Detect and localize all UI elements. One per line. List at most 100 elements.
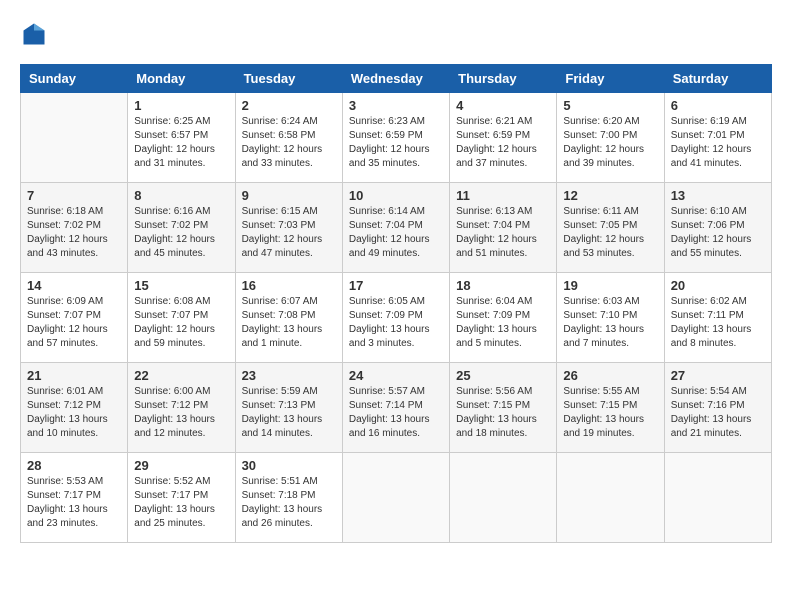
day-info: Sunrise: 6:08 AM Sunset: 7:07 PM Dayligh… bbox=[134, 295, 228, 351]
column-header-sunday: Sunday bbox=[21, 65, 128, 93]
calendar-cell: 26 Sunrise: 5:55 AM Sunset: 7:15 PM Dayli… bbox=[557, 363, 664, 453]
calendar-cell: 1 Sunrise: 6:25 AM Sunset: 6:57 PM Daylig… bbox=[128, 93, 235, 183]
calendar-cell: 11Sunrise: 6:13 AM Sunset: 7:04 PM Dayli… bbox=[450, 183, 557, 273]
calendar-cell: 17 Sunrise: 6:05 AM Sunset: 7:09 PM Dayli… bbox=[342, 273, 449, 363]
day-number: 16 bbox=[242, 278, 336, 293]
day-number: 18 bbox=[456, 278, 550, 293]
day-info: Sunrise: 6:25 AM Sunset: 6:57 PM Dayligh… bbox=[134, 115, 228, 171]
day-number: 24 bbox=[349, 368, 443, 383]
day-number: 19 bbox=[563, 278, 657, 293]
day-number: 21 bbox=[27, 368, 121, 383]
calendar-cell: 4 Sunrise: 6:21 AM Sunset: 6:59 PM Daylig… bbox=[450, 93, 557, 183]
day-number: 26 bbox=[563, 368, 657, 383]
calendar-cell: 9 Sunrise: 6:15 AM Sunset: 7:03 PM Daylig… bbox=[235, 183, 342, 273]
week-row-3: 14 Sunrise: 6:09 AM Sunset: 7:07 PM Dayli… bbox=[21, 273, 772, 363]
calendar-cell: 15 Sunrise: 6:08 AM Sunset: 7:07 PM Dayli… bbox=[128, 273, 235, 363]
day-number: 5 bbox=[563, 98, 657, 113]
day-info: Sunrise: 6:07 AM Sunset: 7:08 PM Dayligh… bbox=[242, 295, 336, 351]
calendar-cell bbox=[342, 453, 449, 543]
calendar-cell: 18Sunrise: 6:04 AM Sunset: 7:09 PM Dayli… bbox=[450, 273, 557, 363]
logo bbox=[20, 20, 52, 48]
calendar-cell: 13Sunrise: 6:10 AM Sunset: 7:06 PM Dayli… bbox=[664, 183, 771, 273]
day-info: Sunrise: 6:11 AM Sunset: 7:05 PM Dayligh… bbox=[563, 205, 657, 261]
calendar-cell: 12 Sunrise: 6:11 AM Sunset: 7:05 PM Dayli… bbox=[557, 183, 664, 273]
day-info: Sunrise: 6:20 AM Sunset: 7:00 PM Dayligh… bbox=[563, 115, 657, 171]
day-info: Sunrise: 5:53 AM Sunset: 7:17 PM Dayligh… bbox=[27, 475, 121, 531]
column-header-tuesday: Tuesday bbox=[235, 65, 342, 93]
day-info: Sunrise: 6:01 AM Sunset: 7:12 PM Dayligh… bbox=[27, 385, 121, 441]
day-number: 3 bbox=[349, 98, 443, 113]
column-header-friday: Friday bbox=[557, 65, 664, 93]
calendar-cell bbox=[664, 453, 771, 543]
calendar-cell: 6Sunrise: 6:19 AM Sunset: 7:01 PM Daylig… bbox=[664, 93, 771, 183]
logo-icon bbox=[20, 20, 48, 48]
day-number: 20 bbox=[671, 278, 765, 293]
day-number: 29 bbox=[134, 458, 228, 473]
calendar-cell: 28 Sunrise: 5:53 AM Sunset: 7:17 PM Dayli… bbox=[21, 453, 128, 543]
day-number: 23 bbox=[242, 368, 336, 383]
day-info: Sunrise: 6:21 AM Sunset: 6:59 PM Dayligh… bbox=[456, 115, 550, 171]
day-info: Sunrise: 6:09 AM Sunset: 7:07 PM Dayligh… bbox=[27, 295, 121, 351]
day-info: Sunrise: 6:05 AM Sunset: 7:09 PM Dayligh… bbox=[349, 295, 443, 351]
day-info: Sunrise: 5:51 AM Sunset: 7:18 PM Dayligh… bbox=[242, 475, 336, 531]
calendar-cell: 14 Sunrise: 6:09 AM Sunset: 7:07 PM Dayli… bbox=[21, 273, 128, 363]
day-info: Sunrise: 5:52 AM Sunset: 7:17 PM Dayligh… bbox=[134, 475, 228, 531]
day-number: 1 bbox=[134, 98, 228, 113]
day-info: Sunrise: 6:19 AM Sunset: 7:01 PM Dayligh… bbox=[671, 115, 765, 171]
day-info: Sunrise: 5:59 AM Sunset: 7:13 PM Dayligh… bbox=[242, 385, 336, 441]
calendar-cell: 8 Sunrise: 6:16 AM Sunset: 7:02 PM Daylig… bbox=[128, 183, 235, 273]
day-info: Sunrise: 6:10 AM Sunset: 7:06 PM Dayligh… bbox=[671, 205, 765, 261]
day-number: 4 bbox=[456, 98, 550, 113]
day-info: Sunrise: 5:56 AM Sunset: 7:15 PM Dayligh… bbox=[456, 385, 550, 441]
calendar-cell: 22 Sunrise: 6:00 AM Sunset: 7:12 PM Dayli… bbox=[128, 363, 235, 453]
calendar-cell: 24Sunrise: 5:57 AM Sunset: 7:14 PM Dayli… bbox=[342, 363, 449, 453]
week-row-4: 21 Sunrise: 6:01 AM Sunset: 7:12 PM Dayli… bbox=[21, 363, 772, 453]
week-row-2: 7Sunrise: 6:18 AM Sunset: 7:02 PM Daylig… bbox=[21, 183, 772, 273]
day-info: Sunrise: 6:14 AM Sunset: 7:04 PM Dayligh… bbox=[349, 205, 443, 261]
day-info: Sunrise: 6:23 AM Sunset: 6:59 PM Dayligh… bbox=[349, 115, 443, 171]
day-info: Sunrise: 5:54 AM Sunset: 7:16 PM Dayligh… bbox=[671, 385, 765, 441]
calendar-cell: 27 Sunrise: 5:54 AM Sunset: 7:16 PM Dayli… bbox=[664, 363, 771, 453]
day-info: Sunrise: 5:55 AM Sunset: 7:15 PM Dayligh… bbox=[563, 385, 657, 441]
day-number: 12 bbox=[563, 188, 657, 203]
day-number: 10 bbox=[349, 188, 443, 203]
day-number: 8 bbox=[134, 188, 228, 203]
calendar-cell: 5 Sunrise: 6:20 AM Sunset: 7:00 PM Daylig… bbox=[557, 93, 664, 183]
week-row-1: 1 Sunrise: 6:25 AM Sunset: 6:57 PM Daylig… bbox=[21, 93, 772, 183]
calendar-cell: 10 Sunrise: 6:14 AM Sunset: 7:04 PM Dayli… bbox=[342, 183, 449, 273]
page-header bbox=[20, 20, 772, 48]
day-info: Sunrise: 6:15 AM Sunset: 7:03 PM Dayligh… bbox=[242, 205, 336, 261]
calendar-cell bbox=[450, 453, 557, 543]
day-number: 2 bbox=[242, 98, 336, 113]
calendar-cell: 25 Sunrise: 5:56 AM Sunset: 7:15 PM Dayli… bbox=[450, 363, 557, 453]
day-number: 14 bbox=[27, 278, 121, 293]
day-info: Sunrise: 6:00 AM Sunset: 7:12 PM Dayligh… bbox=[134, 385, 228, 441]
calendar-cell: 3 Sunrise: 6:23 AM Sunset: 6:59 PM Daylig… bbox=[342, 93, 449, 183]
column-header-wednesday: Wednesday bbox=[342, 65, 449, 93]
calendar-header-row: SundayMondayTuesdayWednesdayThursdayFrid… bbox=[21, 65, 772, 93]
day-number: 11 bbox=[456, 188, 550, 203]
column-header-saturday: Saturday bbox=[664, 65, 771, 93]
day-number: 9 bbox=[242, 188, 336, 203]
day-number: 17 bbox=[349, 278, 443, 293]
day-info: Sunrise: 6:02 AM Sunset: 7:11 PM Dayligh… bbox=[671, 295, 765, 351]
week-row-5: 28 Sunrise: 5:53 AM Sunset: 7:17 PM Dayli… bbox=[21, 453, 772, 543]
calendar-cell: 29 Sunrise: 5:52 AM Sunset: 7:17 PM Dayli… bbox=[128, 453, 235, 543]
calendar-cell: 20 Sunrise: 6:02 AM Sunset: 7:11 PM Dayli… bbox=[664, 273, 771, 363]
day-number: 25 bbox=[456, 368, 550, 383]
calendar-cell: 23 Sunrise: 5:59 AM Sunset: 7:13 PM Dayli… bbox=[235, 363, 342, 453]
calendar-cell bbox=[21, 93, 128, 183]
day-number: 22 bbox=[134, 368, 228, 383]
calendar-cell: 30Sunrise: 5:51 AM Sunset: 7:18 PM Dayli… bbox=[235, 453, 342, 543]
column-header-thursday: Thursday bbox=[450, 65, 557, 93]
day-number: 15 bbox=[134, 278, 228, 293]
day-number: 28 bbox=[27, 458, 121, 473]
day-info: Sunrise: 6:16 AM Sunset: 7:02 PM Dayligh… bbox=[134, 205, 228, 261]
day-info: Sunrise: 6:24 AM Sunset: 6:58 PM Dayligh… bbox=[242, 115, 336, 171]
calendar-cell: 7Sunrise: 6:18 AM Sunset: 7:02 PM Daylig… bbox=[21, 183, 128, 273]
day-info: Sunrise: 6:03 AM Sunset: 7:10 PM Dayligh… bbox=[563, 295, 657, 351]
day-info: Sunrise: 6:18 AM Sunset: 7:02 PM Dayligh… bbox=[27, 205, 121, 261]
calendar-table: SundayMondayTuesdayWednesdayThursdayFrid… bbox=[20, 64, 772, 543]
column-header-monday: Monday bbox=[128, 65, 235, 93]
day-number: 27 bbox=[671, 368, 765, 383]
